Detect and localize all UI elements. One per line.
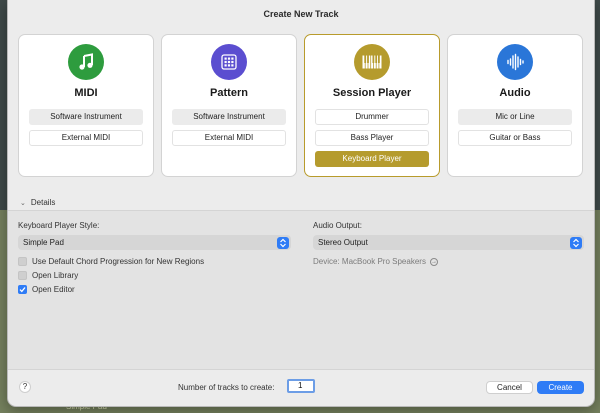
option-external-midi[interactable]: External MIDI (29, 130, 143, 146)
checkbox-label: Open Editor (32, 285, 75, 294)
option-guitar-or-bass[interactable]: Guitar or Bass (458, 130, 572, 146)
waveform-icon (497, 44, 533, 80)
select-arrows-icon (570, 236, 582, 249)
music-note-icon (68, 44, 104, 80)
audio-output-label: Audio Output: (313, 221, 362, 230)
option-mic-or-line[interactable]: Mic or Line (458, 109, 572, 125)
cancel-button[interactable]: Cancel (486, 381, 533, 394)
help-button[interactable]: ? (19, 381, 31, 393)
option-keyboard-player[interactable]: Keyboard Player (315, 151, 429, 167)
track-count-label: Number of tracks to create: (178, 383, 275, 392)
select-arrows-icon (277, 236, 289, 249)
track-type-card-session-player[interactable]: Session Player Drummer Bass Player Keybo… (304, 34, 440, 177)
card-title-audio: Audio (499, 87, 531, 99)
checkbox-open-editor[interactable]: Open Editor (18, 285, 75, 294)
dialog-title: Create New Track (263, 9, 339, 19)
track-type-card-midi[interactable]: MIDI Software Instrument External MIDI (18, 34, 154, 177)
audio-output-value: Stereo Output (318, 238, 368, 247)
piano-keys-icon (354, 44, 390, 80)
option-external-midi[interactable]: External MIDI (172, 130, 286, 146)
option-drummer[interactable]: Drummer (315, 109, 429, 125)
track-count-input[interactable]: 1 (287, 379, 315, 393)
keyboard-player-style-label: Keyboard Player Style: (18, 221, 100, 230)
card-title-pattern: Pattern (210, 87, 248, 99)
checkbox-box[interactable] (18, 285, 27, 294)
checkbox-default-chord-progression[interactable]: Use Default Chord Progression for New Re… (18, 257, 204, 266)
create-new-track-dialog: Create New Track MIDI Software Instrumen… (7, 0, 595, 407)
checkmark-icon (19, 287, 26, 293)
device-text: Device: MacBook Pro Speakers (313, 257, 426, 266)
arrow-right-circle-icon[interactable]: → (429, 257, 438, 266)
checkbox-open-library[interactable]: Open Library (18, 271, 78, 280)
create-button[interactable]: Create (537, 381, 584, 394)
checkbox-label: Open Library (32, 271, 79, 280)
card-title-midi: MIDI (74, 87, 98, 99)
checkbox-box[interactable] (18, 271, 27, 280)
chevron-down-icon: ⌄ (20, 200, 26, 207)
option-bass-player[interactable]: Bass Player (315, 130, 429, 146)
track-type-card-audio[interactable]: Audio Mic or Line Guitar or Bass (447, 34, 583, 177)
keyboard-player-style-select[interactable]: Simple Pad (18, 235, 291, 250)
details-panel (8, 210, 594, 370)
keyboard-player-style-value: Simple Pad (23, 238, 64, 247)
checkbox-label: Use Default Chord Progression for New Re… (32, 257, 205, 266)
card-title-session-player: Session Player (332, 87, 412, 99)
checkbox-box[interactable] (18, 257, 27, 266)
audio-output-select[interactable]: Stereo Output (313, 235, 584, 250)
device-info: Device: MacBook Pro Speakers → (313, 257, 438, 266)
track-type-card-pattern[interactable]: Pattern Software Instrument External MID… (161, 34, 297, 177)
option-software-instrument[interactable]: Software Instrument (29, 109, 143, 125)
option-software-instrument[interactable]: Software Instrument (172, 109, 286, 125)
pattern-grid-icon (211, 44, 247, 80)
details-label: Details (30, 198, 56, 207)
details-disclosure[interactable]: ⌄ Details (20, 198, 55, 207)
